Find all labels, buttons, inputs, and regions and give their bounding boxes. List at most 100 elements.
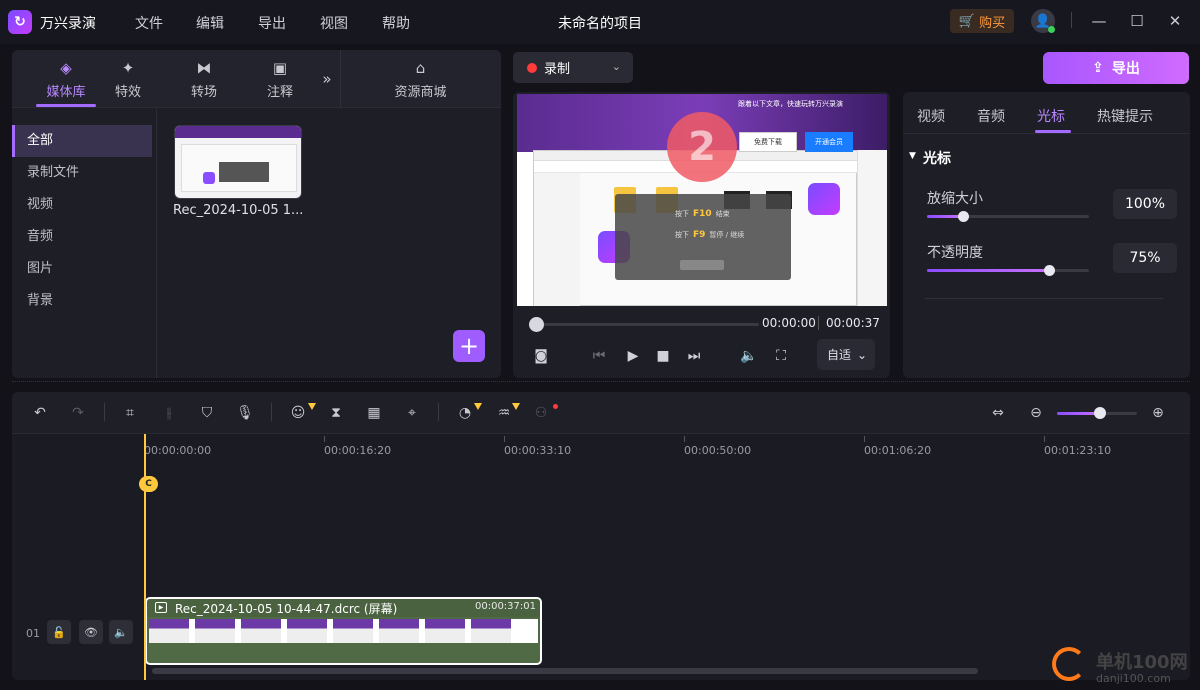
more-tabs-button[interactable]: » bbox=[314, 50, 340, 108]
category-all[interactable]: 全部 bbox=[12, 125, 152, 157]
audio-wave-icon[interactable]: ♒ bbox=[493, 402, 515, 424]
current-time: 00:00:00 bbox=[762, 316, 816, 330]
maximize-icon[interactable]: ☐ bbox=[1127, 11, 1147, 31]
zoom-out-icon[interactable]: ⊖ bbox=[1025, 402, 1047, 424]
divider bbox=[925, 298, 1163, 299]
watermark-url: danji100.com bbox=[1096, 672, 1171, 685]
tab-video[interactable]: 视频 bbox=[917, 106, 945, 126]
preview-screen[interactable]: 跟着以下文章，快速玩转万兴录演 按下 F10 结束 按下 F9 暂停 / 继续 2 免费… bbox=[517, 94, 887, 306]
tab-annotations[interactable]: ▣ 注释 bbox=[240, 50, 320, 108]
total-time: 00:00:37 bbox=[826, 316, 880, 330]
category-images[interactable]: 图片 bbox=[12, 253, 152, 285]
ruler-label: 00:00:00:00 bbox=[144, 444, 212, 457]
speed-icon[interactable]: ◔ bbox=[454, 402, 476, 424]
chevron-down-icon: ⌄ bbox=[857, 347, 868, 362]
tab-audio[interactable]: 音频 bbox=[977, 106, 1005, 126]
scale-value[interactable]: 100% bbox=[1113, 189, 1177, 219]
record-dot-icon bbox=[527, 62, 537, 73]
download-button: 免费下载 bbox=[739, 132, 797, 152]
category-recordings[interactable]: 录制文件 bbox=[12, 157, 152, 189]
add-media-button[interactable]: + bbox=[453, 330, 485, 362]
fullscreen-icon[interactable]: ⛶ bbox=[771, 346, 791, 366]
zoom-slider-handle[interactable] bbox=[1094, 407, 1107, 419]
thumbnail-app-icon bbox=[203, 172, 215, 184]
title-bar: ↻ 万兴录演 文件 编辑 导出 视图 帮助 未命名的项目 🛒 购买 👤 — ☐ … bbox=[0, 0, 1200, 44]
timeline-clip[interactable]: ▶ Rec_2024-10-05 10-44-47.dcrc (屏幕) 00:0… bbox=[145, 597, 542, 665]
export-button[interactable]: ⇪ 导出 bbox=[1043, 52, 1189, 84]
next-frame-icon[interactable]: ⏭ bbox=[684, 346, 704, 366]
face-tracking-icon[interactable]: ☺ bbox=[287, 402, 309, 424]
horizontal-scrollbar[interactable] bbox=[152, 668, 978, 674]
tab-transitions[interactable]: ⧓ 转场 bbox=[164, 50, 244, 108]
annotation-icon: ▣ bbox=[272, 58, 288, 77]
hotkey-action: 暂停 / 继续 bbox=[709, 231, 745, 239]
tab-hotkey-tips[interactable]: 热键提示 bbox=[1097, 106, 1153, 126]
redo-icon[interactable]: ↷ bbox=[67, 402, 89, 424]
cursor-effect-icon[interactable]: ⌖ bbox=[401, 402, 423, 424]
hotkey-prefix: 按下 bbox=[675, 231, 689, 239]
media-panel: ◈ 媒体库 ✦ 特效 ⧓ 转场 ▣ 注释 » ⌂ 资源商城 全部 录制文件 视频… bbox=[12, 50, 501, 378]
fit-dropdown[interactable]: 自适 ⌄ bbox=[817, 339, 875, 370]
collapse-arrow-icon[interactable]: ▼ bbox=[909, 151, 916, 161]
crop-icon[interactable]: ⌗ bbox=[119, 402, 141, 424]
category-audio[interactable]: 音频 bbox=[12, 221, 152, 253]
playhead-tag[interactable]: C bbox=[139, 476, 158, 492]
thumbnail-overlay bbox=[219, 162, 269, 182]
lock-icon[interactable]: 🔓 bbox=[47, 620, 71, 644]
ruler-tick bbox=[684, 436, 685, 442]
ai-avatar-icon[interactable]: ⚇ bbox=[530, 402, 552, 424]
tab-cursor[interactable]: 光标 bbox=[1037, 106, 1065, 126]
media-tabs: ◈ 媒体库 ✦ 特效 ⧓ 转场 ▣ 注释 » ⌂ 资源商城 bbox=[12, 50, 501, 108]
divider bbox=[104, 403, 105, 421]
member-button: 开通会员 bbox=[805, 132, 853, 152]
opacity-slider-handle[interactable] bbox=[1043, 265, 1055, 276]
scale-slider-handle[interactable] bbox=[957, 211, 969, 222]
volume-icon[interactable]: 🔈 bbox=[739, 346, 759, 366]
media-thumbnail[interactable] bbox=[174, 125, 302, 199]
previous-frame-icon[interactable]: ⏮ bbox=[589, 346, 609, 366]
thumbnail-banner bbox=[175, 126, 301, 138]
undo-icon[interactable]: ↶ bbox=[29, 402, 51, 424]
fit-label: 自适 bbox=[827, 348, 852, 362]
fit-timeline-icon[interactable]: ⇔ bbox=[987, 402, 1009, 424]
tab-label: 媒体库 bbox=[46, 84, 86, 100]
marker-icon[interactable]: ⛉ bbox=[196, 402, 218, 424]
opacity-slider[interactable] bbox=[927, 269, 1089, 272]
mirror-icon[interactable]: ⧗ bbox=[325, 402, 347, 424]
time-ruler[interactable]: 00:00:00:00 00:00:16:20 00:00:33:10 00:0… bbox=[144, 434, 1190, 458]
clip-frame bbox=[333, 619, 373, 643]
hotkey-line-pause: 按下 F9 暂停 / 继续 bbox=[675, 230, 744, 240]
clip-frame bbox=[471, 619, 511, 643]
hotkey-key: F9 bbox=[693, 230, 706, 240]
ruler-tick bbox=[504, 436, 505, 442]
zoom-in-icon[interactable]: ⊕ bbox=[1147, 402, 1169, 424]
watermark: 单机100网 danji100.com bbox=[1052, 645, 1200, 690]
category-backgrounds[interactable]: 背景 bbox=[12, 285, 152, 317]
clip-frame bbox=[195, 619, 235, 643]
tab-resource-store[interactable]: ⌂ 资源商城 bbox=[340, 50, 501, 108]
category-video[interactable]: 视频 bbox=[12, 189, 152, 221]
buy-button[interactable]: 🛒 购买 bbox=[950, 9, 1014, 33]
panel-splitter[interactable] bbox=[12, 381, 1190, 384]
stop-icon[interactable]: ■ bbox=[653, 346, 673, 366]
screenshot-icon[interactable]: ◙ bbox=[531, 346, 551, 366]
progress-track[interactable] bbox=[529, 323, 759, 326]
opacity-value[interactable]: 75% bbox=[1113, 243, 1177, 273]
minimize-icon[interactable]: — bbox=[1089, 11, 1109, 31]
eye-icon[interactable]: 👁 bbox=[79, 620, 103, 644]
tab-effects[interactable]: ✦ 特效 bbox=[88, 50, 168, 108]
clip-frame bbox=[149, 619, 189, 643]
close-icon[interactable]: ✕ bbox=[1165, 11, 1185, 31]
microphone-icon[interactable]: 🎙 bbox=[234, 402, 256, 424]
app-file-icon bbox=[808, 183, 840, 215]
scale-slider[interactable] bbox=[927, 215, 1089, 218]
export-label: 导出 bbox=[1111, 61, 1140, 77]
speaker-icon[interactable]: 🔈 bbox=[109, 620, 133, 644]
clip-duration: 00:00:37:01 bbox=[474, 601, 536, 612]
split-icon[interactable]: ⫲ bbox=[158, 402, 180, 424]
record-dropdown[interactable]: 录制 ⌄ bbox=[513, 52, 633, 83]
mosaic-icon[interactable]: ▦ bbox=[363, 402, 385, 424]
playhead[interactable] bbox=[144, 434, 146, 680]
progress-handle[interactable] bbox=[529, 317, 544, 332]
play-icon[interactable]: ▶ bbox=[623, 346, 643, 366]
